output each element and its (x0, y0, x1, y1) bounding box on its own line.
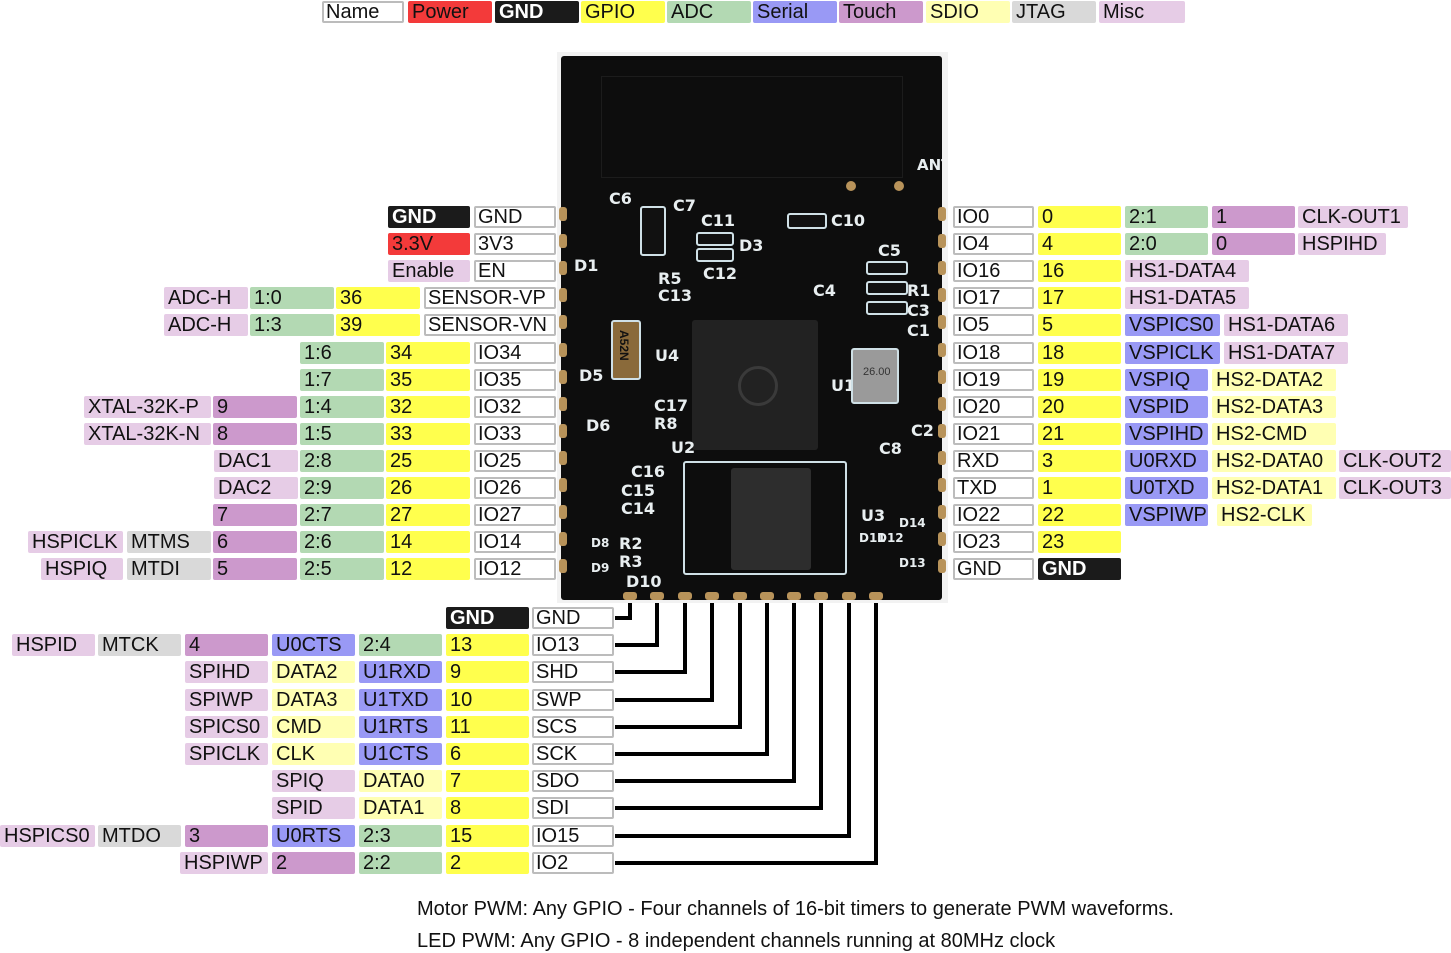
pin-wire (615, 603, 687, 674)
pin-wire (615, 603, 851, 838)
pin-wire (615, 603, 659, 647)
pin-wire (615, 603, 632, 620)
note-led-pwm: LED PWM: Any GPIO - 8 independent channe… (417, 930, 1056, 952)
pin-wire (615, 603, 769, 756)
pin-wire (615, 603, 823, 810)
pin-wire (615, 603, 878, 865)
pin-wire (615, 603, 742, 729)
note-motor-pwm: Motor PWM: Any GPIO - Four channels of 1… (417, 898, 1174, 920)
bottom-pin-wires (615, 603, 878, 865)
